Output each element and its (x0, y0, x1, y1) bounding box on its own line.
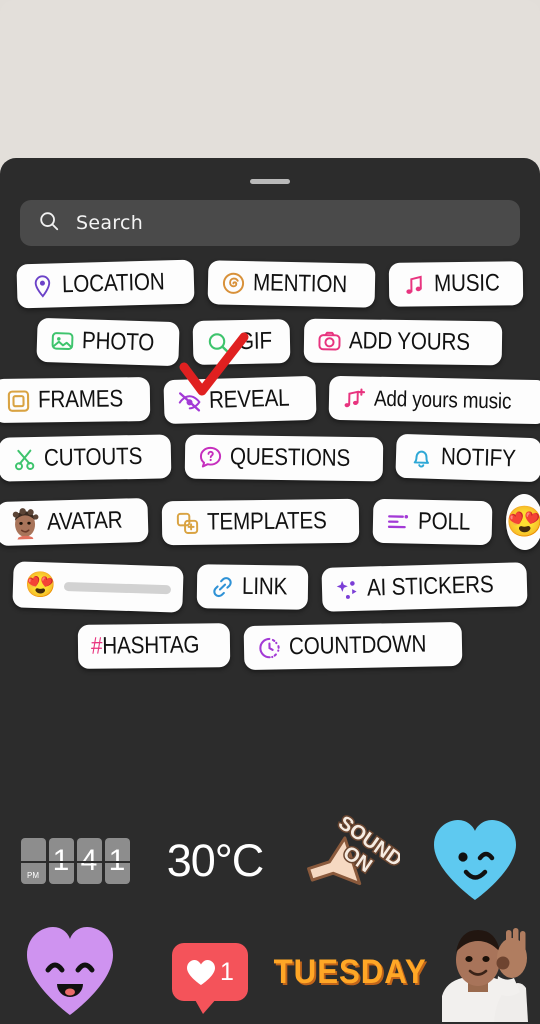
sticker-label: LOCATION (61, 268, 165, 299)
sticker-label: REVEAL (208, 384, 290, 414)
sticker-ai-stickers[interactable]: AI STICKERS (321, 562, 528, 612)
clock-digit-2: 4 (76, 838, 102, 884)
sticker-link[interactable]: LINK (196, 564, 308, 610)
clock-ampm: PM (20, 838, 46, 884)
sticker-row-6: 😍 LINK AI STICKERS (0, 561, 540, 613)
sticker-notify[interactable]: NOTIFY (395, 433, 540, 483)
camera-icon (317, 328, 342, 353)
sticker-add-yours-music[interactable]: Add yours music (328, 375, 540, 425)
sticker-music[interactable]: MUSIC (388, 261, 524, 307)
sticker-row-1: LOCATION MENTION MUSIC (0, 259, 540, 309)
sticker-label: NOTIFY (441, 443, 517, 473)
sticker-avatar[interactable]: AVATAR (0, 497, 149, 547)
sticker-tray-sheet: Search LOCATION MENTION MUSIC PHOTO GIF ADD Y… (0, 158, 540, 1024)
sticker-photo[interactable]: PHOTO (36, 317, 180, 367)
tuesday-sticker[interactable]: TUESDAY (273, 953, 426, 992)
sticker-label: MUSIC (433, 269, 500, 298)
sticker-label: GIF (237, 327, 273, 356)
sticker-label: #HASHTAG (91, 631, 200, 660)
clock-digit-3: 1 (104, 838, 130, 884)
search-icon (38, 210, 60, 237)
sticker-cutouts[interactable]: CUTOUTS (0, 434, 172, 482)
sticker-label: Add yours music (374, 385, 512, 414)
blue-winking-heart-sticker[interactable] (428, 815, 522, 908)
frame-square-icon (6, 388, 31, 413)
purple-smiling-heart-sticker[interactable] (20, 922, 120, 1023)
link-chain-icon (210, 574, 235, 599)
sticker-gif[interactable]: GIF (192, 319, 291, 365)
sticker-countdown[interactable]: COUNTDOWN (243, 621, 463, 671)
sticker-row-3: FRAMES REVEAL Add yours music (0, 375, 540, 425)
avatar-face-icon (10, 507, 41, 540)
gif-search-icon (206, 330, 231, 355)
templates-plus-icon (175, 510, 200, 535)
sticker-row-2: PHOTO GIF ADD YOURS (0, 317, 540, 367)
sticker-heart-eyes-emoji[interactable]: 😍 (504, 493, 540, 551)
sticker-grid: LOCATION MENTION MUSIC PHOTO GIF ADD YOURS FRA… (0, 259, 540, 682)
sticker-label: MENTION (252, 269, 348, 299)
sticker-label: LINK (241, 572, 288, 601)
sticker-label: CUTOUTS (43, 442, 143, 472)
clock-digit-1: 1 (48, 838, 74, 884)
sticker-reveal[interactable]: REVEAL (163, 375, 316, 425)
avatar-waving-sticker[interactable] (424, 918, 536, 1024)
countdown-timer-icon (257, 635, 282, 660)
sticker-frames[interactable]: FRAMES (0, 377, 151, 423)
sticker-label: POLL (417, 507, 471, 536)
sticker-location[interactable]: LOCATION (15, 259, 195, 309)
like-count-sticker[interactable]: 1 (172, 943, 248, 1014)
sticker-label: FRAMES (37, 385, 124, 414)
sticker-label: AI STICKERS (366, 571, 494, 602)
sticker-label: AVATAR (46, 506, 123, 536)
emoji-slider-track[interactable] (64, 581, 172, 594)
heart-icon (187, 959, 216, 985)
sticker-hashtag[interactable]: #HASHTAG (77, 623, 231, 669)
sticker-add-yours[interactable]: ADD YOURS (304, 318, 504, 366)
music-note-icon (402, 272, 427, 297)
sticker-mention[interactable]: MENTION (207, 260, 376, 308)
poll-bars-icon (386, 509, 412, 535)
story-canvas-background (0, 0, 540, 172)
like-count: 1 (220, 957, 234, 986)
threads-at-icon (221, 270, 247, 296)
sticker-questions[interactable]: QUESTIONS (184, 434, 383, 482)
instagram-story-editor: Search LOCATION MENTION MUSIC PHOTO GIF ADD Y… (0, 0, 540, 1024)
temperature-sticker[interactable]: 30°C (167, 835, 265, 887)
music-note-plus-icon (342, 385, 368, 411)
sticker-emoji-slider[interactable]: 😍 (12, 561, 184, 613)
featured-stickers-row-1: PM 1 4 1 30°C SOUND ON (0, 806, 540, 916)
search-input[interactable]: Search (20, 200, 520, 246)
location-pin-icon (29, 273, 55, 299)
sticker-label: TEMPLATES (206, 507, 327, 536)
eye-slash-icon (177, 389, 203, 415)
sticker-templates[interactable]: TEMPLATES (161, 498, 360, 546)
sticker-row-4: CUTOUTS QUESTIONS NOTIFY (0, 433, 540, 483)
emoji-slider-emoji: 😍 (24, 570, 57, 600)
search-placeholder: Search (76, 212, 144, 234)
sticker-poll[interactable]: POLL (372, 498, 492, 546)
sound-on-sticker[interactable]: SOUND ON (290, 810, 407, 907)
sticker-label: QUESTIONS (229, 443, 351, 472)
ai-sparkle-icon (334, 576, 360, 602)
drag-handle[interactable] (250, 179, 290, 184)
question-bubble-icon (198, 444, 223, 469)
featured-stickers-row-2: 1 TUESDAY (0, 920, 540, 1024)
sticker-label: COUNTDOWN (288, 630, 427, 661)
sticker-label: PHOTO (81, 327, 155, 357)
sticker-row-5: AVATAR TEMPLATES POLL 😍 (0, 493, 540, 551)
scissors-icon (12, 446, 37, 471)
flip-clock-sticker[interactable]: PM 1 4 1 (20, 838, 130, 884)
sticker-row-7: #HASHTAG COUNTDOWN (0, 621, 540, 671)
bell-icon (409, 444, 435, 470)
photo-image-icon (50, 328, 76, 354)
sticker-label: ADD YOURS (349, 327, 471, 356)
